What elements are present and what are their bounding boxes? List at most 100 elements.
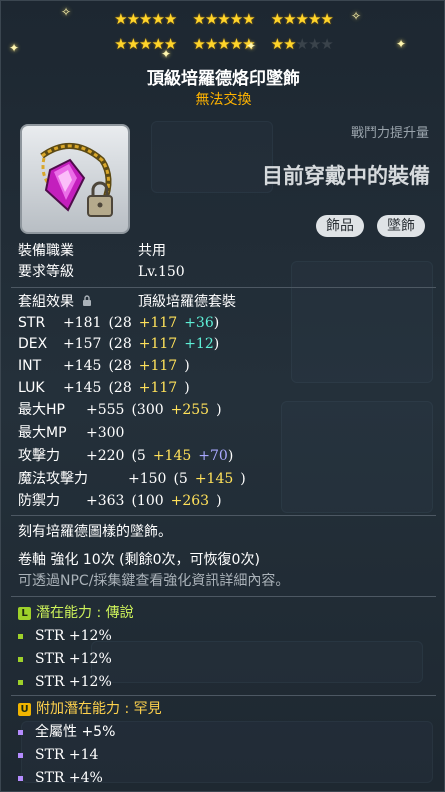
stat-close: ) bbox=[184, 358, 190, 374]
potential-header: L 潛在能力 : 傳說 bbox=[18, 604, 134, 622]
item-name: 頂級培羅德烙印墜飾 bbox=[147, 69, 300, 89]
stat-total: +157 bbox=[63, 336, 102, 352]
stat-name: 最大MP bbox=[18, 425, 67, 441]
stat-name: INT bbox=[18, 358, 42, 374]
sparkle-icon: ✧ bbox=[351, 9, 362, 23]
stat-enhance: +70 bbox=[198, 448, 228, 464]
stat-row: 防禦力 +363 (100 +263) bbox=[18, 492, 222, 510]
stat-row: STR +181 (28 +117 +36) bbox=[18, 314, 219, 332]
stat-close: ) bbox=[216, 493, 222, 509]
stat-name: 最大HP bbox=[18, 402, 65, 418]
bullet-icon bbox=[18, 679, 23, 685]
sparkle-icon: ✦ bbox=[246, 39, 257, 53]
stat-total: +363 bbox=[86, 493, 125, 509]
job-requirement: 裝備職業 共用 bbox=[18, 243, 166, 259]
star-group: ★★★★★ bbox=[270, 10, 334, 28]
bullet-icon bbox=[18, 729, 23, 735]
background-panel bbox=[291, 261, 433, 383]
background-panel bbox=[151, 121, 273, 193]
stat-total: +555 bbox=[86, 402, 125, 418]
sparkle-icon: ✧ bbox=[61, 5, 72, 19]
stat-row: DEX +157 (28 +117 +12) bbox=[18, 335, 219, 353]
additional-potential-header: U 附加潛在能力 : 罕見 bbox=[18, 700, 162, 718]
scroll-upgrade-info: 卷軸 強化 10次 (剩餘0次，可恢復0次) bbox=[18, 552, 260, 568]
stat-flame: +263 bbox=[170, 493, 210, 509]
background-panel bbox=[281, 401, 433, 513]
potential-line: STR +12% bbox=[18, 673, 112, 691]
stat-flame: +117 bbox=[138, 380, 178, 396]
stat-total: +145 bbox=[63, 380, 102, 396]
stat-base: (28 bbox=[108, 315, 132, 331]
item-description: 刻有培羅德圖樣的墜飾。 bbox=[18, 524, 172, 540]
sparkle-icon: ✦ bbox=[161, 47, 172, 61]
stat-close: ) bbox=[216, 402, 222, 418]
divider bbox=[11, 515, 436, 516]
trade-status: 無法交換 bbox=[195, 92, 252, 108]
bullet-icon bbox=[18, 775, 23, 781]
set-effect-row: 套組效果 頂級培羅德套裝 bbox=[18, 294, 236, 310]
stat-name: DEX bbox=[18, 336, 48, 352]
bullet-icon bbox=[18, 752, 23, 758]
equipped-notice: 目前穿戴中的裝備 bbox=[262, 164, 430, 188]
level-requirement: 要求等級 Lv.150 bbox=[18, 264, 185, 280]
additional-potential-line: 全屬性 +5% bbox=[18, 723, 115, 741]
stat-total: +145 bbox=[63, 358, 102, 374]
stat-close: ) bbox=[184, 380, 190, 396]
stat-enhance: +36 bbox=[184, 315, 214, 331]
stat-close: ) bbox=[227, 448, 234, 464]
stat-flame: +117 bbox=[138, 358, 178, 374]
stat-name: 攻擊力 bbox=[18, 448, 60, 464]
stat-close: ) bbox=[240, 471, 246, 487]
stat-base: (28 bbox=[108, 380, 132, 396]
potential-line: STR +12% bbox=[18, 650, 112, 668]
stat-row: LUK +145 (28 +117) bbox=[18, 379, 190, 397]
additional-potential-line: STR +14 bbox=[18, 746, 98, 764]
stat-flame: +145 bbox=[152, 448, 192, 464]
stat-close: ) bbox=[213, 336, 220, 352]
pendant-lock-icon bbox=[40, 142, 113, 217]
bullet-icon bbox=[18, 656, 23, 662]
stat-flame: +117 bbox=[138, 315, 178, 331]
bullet-icon bbox=[18, 633, 23, 639]
background-panel bbox=[91, 641, 423, 683]
stat-base: (5 bbox=[131, 448, 146, 464]
upgrade-hint: 可透過NPC/採集鍵查看強化資訊詳細內容。 bbox=[18, 573, 290, 589]
stat-total: +220 bbox=[86, 448, 125, 464]
star-group: ★★★★★ bbox=[114, 10, 177, 28]
stat-flame: +255 bbox=[170, 402, 210, 418]
stat-close: ) bbox=[213, 315, 220, 331]
star-group: ★★★★★ bbox=[192, 10, 255, 28]
stat-base: (28 bbox=[108, 336, 132, 352]
stat-base: (5 bbox=[173, 471, 188, 487]
stat-row: 攻擊力 +220 (5 +145 +70) bbox=[18, 447, 233, 465]
item-icon-frame bbox=[20, 124, 130, 234]
divider bbox=[11, 596, 436, 597]
stat-base: (28 bbox=[108, 358, 132, 374]
additional-potential-line: STR +4% bbox=[18, 769, 103, 787]
stat-base: (300 bbox=[131, 402, 164, 418]
stat-name: 魔法攻擊力 bbox=[18, 471, 88, 487]
subcategory-badge: 墜飾 bbox=[377, 215, 425, 237]
combat-power-label: 戰鬥力提升量 bbox=[350, 126, 429, 141]
star-force-row: ★★★★★ ★★★★★ ★★★★★ bbox=[1, 36, 445, 52]
stat-total: +300 bbox=[86, 425, 125, 441]
stat-row: 最大MP +300 bbox=[18, 424, 145, 442]
stat-name: 防禦力 bbox=[18, 493, 60, 509]
stat-base: (100 bbox=[131, 493, 164, 509]
potential-line: STR +12% bbox=[18, 627, 112, 645]
stat-row: INT +145 (28 +117) bbox=[18, 357, 190, 375]
legendary-grade-icon: L bbox=[18, 606, 31, 620]
stat-row: 最大HP +555 (300 +255) bbox=[18, 401, 222, 419]
stat-total: +150 bbox=[128, 471, 167, 487]
category-badge: 飾品 bbox=[316, 215, 364, 237]
stat-enhance: +12 bbox=[184, 336, 214, 352]
item-tooltip: ★★★★★ ★★★★★ ★★★★★ ★★★★★ ★★★★★ ★★★★★ ✦ ✧ ✦ ✧ … bbox=[0, 0, 445, 792]
stat-name: STR bbox=[18, 315, 46, 331]
rare-grade-icon: U bbox=[18, 702, 31, 716]
lock-icon bbox=[83, 295, 92, 306]
star-group: ★★★★★ bbox=[270, 35, 334, 53]
sparkle-icon: ✦ bbox=[396, 37, 407, 51]
divider bbox=[11, 695, 436, 696]
sparkle-icon: ✦ bbox=[9, 41, 20, 55]
stat-row: 魔法攻擊力 +150 (5 +145) bbox=[18, 470, 246, 488]
